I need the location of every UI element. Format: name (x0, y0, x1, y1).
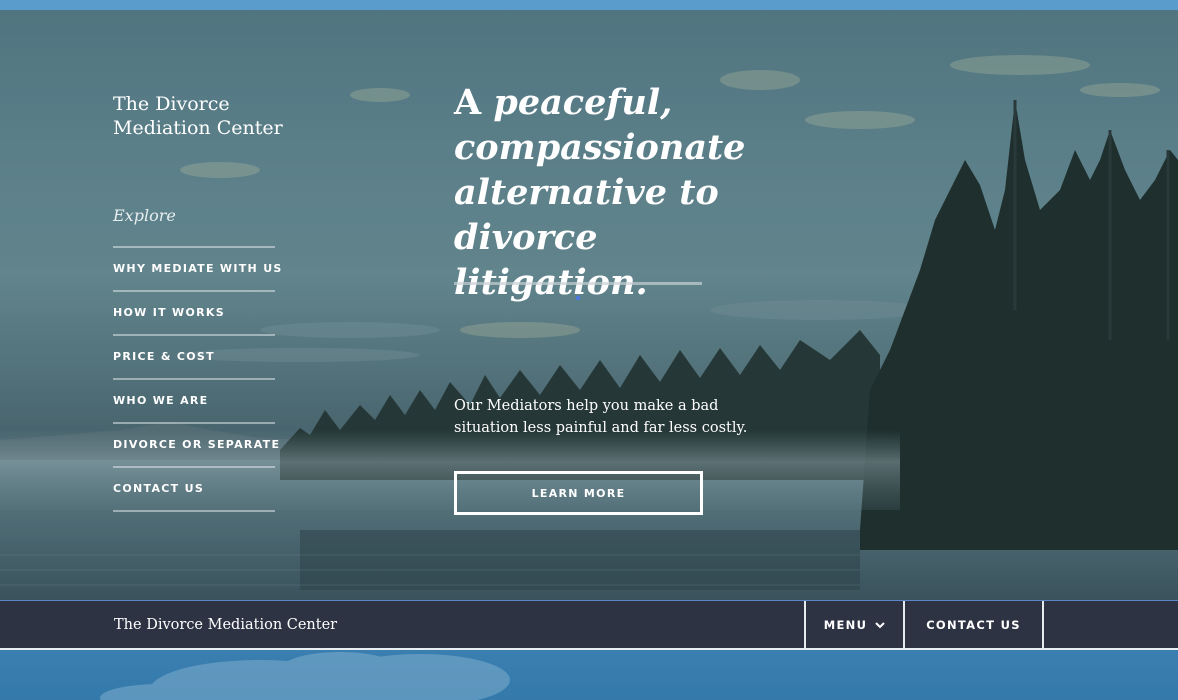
top-accent-bar (0, 0, 1178, 10)
sidebar-nav: WHY MEDIATE WITH US HOW IT WORKS PRICE &… (113, 246, 281, 512)
hero-tagline: Our Mediators help you make a bad situat… (454, 398, 748, 436)
contact-us-label: CONTACT US (926, 618, 1021, 632)
menu-label: MENU (823, 618, 868, 632)
learn-more-label: LEARN MORE (531, 486, 626, 500)
hero-headline: A peaceful, compassionate alternative to… (454, 80, 774, 305)
nav-separator (1042, 601, 1044, 649)
sticky-nav-bar: The Divorce Mediation Center MENU CONTAC… (0, 600, 1178, 649)
learn-more-button[interactable]: LEARN MORE (454, 471, 703, 515)
nav-item-who-we-are[interactable]: WHO WE ARE (113, 380, 275, 422)
contact-us-button[interactable]: CONTACT US (905, 601, 1042, 649)
site-name-line-1: The Divorce (113, 93, 230, 115)
sky-cloud-image (100, 652, 510, 700)
footer-site-name[interactable]: The Divorce Mediation Center (114, 601, 337, 649)
headline-rest: peaceful, compassionate alternative to d… (454, 82, 746, 303)
nav-item-how-it-works[interactable]: HOW IT WORKS (113, 292, 275, 334)
hero-section: The Divorce Mediation Center Explore WHY… (0, 10, 1178, 600)
menu-button[interactable]: MENU (806, 601, 903, 649)
chevron-down-icon (875, 621, 885, 628)
nav-item-divorce-or-separate[interactable]: DIVORCE OR SEPARATE (113, 424, 279, 466)
headline-first-word: A (454, 82, 482, 123)
headline-divider (454, 282, 702, 285)
site-name-line-2: Mediation Center (113, 117, 283, 139)
site-logo-text[interactable]: The Divorce Mediation Center (113, 92, 313, 140)
nav-item-price-cost[interactable]: PRICE & COST (113, 336, 275, 378)
decorative-dot (576, 296, 580, 300)
nav-divider (113, 510, 275, 512)
nav-item-contact-us[interactable]: CONTACT US (113, 468, 275, 510)
explore-heading: Explore (113, 206, 176, 225)
next-section-sky-image (0, 648, 1178, 700)
nav-item-why-mediate[interactable]: WHY MEDIATE WITH US (113, 248, 281, 290)
